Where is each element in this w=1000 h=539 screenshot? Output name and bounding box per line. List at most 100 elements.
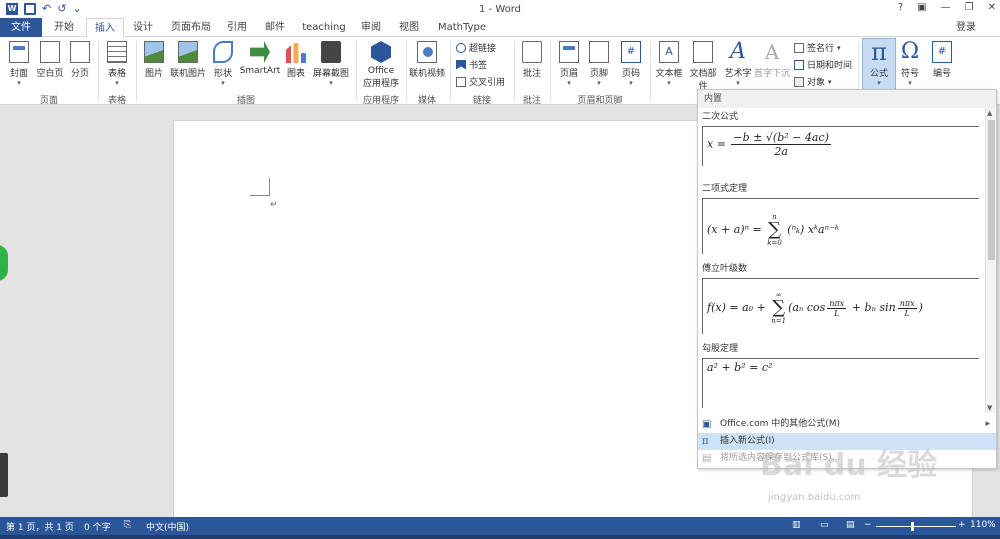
- zoom-level[interactable]: 110%: [970, 520, 996, 530]
- header-icon: [559, 41, 579, 63]
- pi-icon: π: [702, 436, 709, 447]
- floating-assistant-icon[interactable]: [0, 245, 8, 281]
- drop-cap-button[interactable]: A 首字下沉: [754, 41, 790, 79]
- zoom-slider[interactable]: [876, 526, 956, 527]
- number-button[interactable]: # 编号: [928, 41, 956, 79]
- group-separator: [406, 41, 407, 101]
- web-layout-icon[interactable]: ▤: [846, 520, 855, 530]
- page-break-icon: [70, 41, 90, 63]
- online-video-button[interactable]: 联机视频: [408, 41, 446, 79]
- page-count[interactable]: 第 1 页，共 1 页: [6, 520, 74, 533]
- group-separator: [356, 41, 357, 101]
- equation-title: 二项式定理: [702, 184, 748, 194]
- page-break-button[interactable]: 分页: [68, 41, 92, 79]
- header-button[interactable]: 页眉 ▾: [556, 41, 582, 87]
- equation-preview: x = −b ± √(b² − 4ac) 2a: [702, 126, 979, 166]
- gallery-scrollbar[interactable]: ▲ ▼: [985, 108, 996, 413]
- date-time-button[interactable]: 日期和时间: [794, 58, 852, 71]
- print-layout-icon[interactable]: ▭: [820, 520, 829, 530]
- minimize-button[interactable]: —: [941, 2, 951, 13]
- equation-preview: f(x) = a₀ + ∞ ∑ n=1 (aₙ cos nπx L + bₙ sin nπx…: [702, 278, 979, 334]
- watermark-logo: Bai du 经验: [760, 448, 938, 483]
- number-icon: #: [932, 41, 952, 63]
- submenu-arrow-icon: ▸: [985, 419, 990, 429]
- tab-teaching[interactable]: teaching: [300, 18, 348, 37]
- paragraph-mark: ↵: [270, 200, 278, 210]
- proofing-icon[interactable]: ⎘: [124, 520, 131, 530]
- online-picture-button[interactable]: 联机图片: [168, 41, 208, 79]
- tab-mailings[interactable]: 邮件: [260, 18, 290, 37]
- language-indicator[interactable]: 中文(中国): [146, 520, 189, 533]
- signature-icon: [794, 42, 804, 53]
- login-link[interactable]: 登录: [956, 18, 976, 37]
- zoom-slider-thumb[interactable]: [911, 522, 914, 531]
- office-web-icon: ▣: [702, 419, 712, 430]
- online-picture-icon: [178, 41, 198, 63]
- pi-icon: π: [871, 38, 887, 66]
- smartart-button[interactable]: SmartArt: [238, 41, 282, 76]
- equation-item-binomial[interactable]: 二项式定理 (x + a)ⁿ = n ∑ k=0 (ⁿₖ) xᵏaⁿ⁻ᵏ: [698, 180, 986, 254]
- cover-page-button[interactable]: 封面 ▾: [6, 41, 32, 87]
- group-separator: [450, 41, 451, 101]
- equation-item-fourier[interactable]: 傅立叶级数 f(x) = a₀ + ∞ ∑ n=1 (aₙ cos nπx L + bₙ …: [698, 260, 986, 334]
- bookmark-icon: [456, 59, 466, 70]
- table-button[interactable]: 表格 ▾: [104, 41, 130, 87]
- side-panel-tab[interactable]: [0, 453, 8, 497]
- comment-button[interactable]: 批注: [518, 41, 546, 79]
- ribbon-display-button[interactable]: ▣: [917, 2, 926, 13]
- office-icon: [371, 41, 391, 63]
- shapes-icon: [213, 41, 233, 63]
- chart-icon: [286, 43, 306, 63]
- page-number-button[interactable]: # 页码 ▾: [618, 41, 644, 87]
- camera-icon: [321, 41, 341, 63]
- scroll-up-icon[interactable]: ▲: [987, 109, 992, 117]
- picture-button[interactable]: 图片: [142, 41, 166, 79]
- window-controls: ? ▣ — ❐ ✕: [898, 2, 996, 13]
- symbol-button[interactable]: Ω 符号 ▾: [896, 41, 924, 88]
- shapes-button[interactable]: 形状 ▾: [210, 41, 236, 87]
- footer-button[interactable]: 页脚 ▾: [586, 41, 612, 87]
- close-button[interactable]: ✕: [988, 2, 996, 13]
- chart-button[interactable]: 图表: [284, 41, 308, 79]
- equation-button[interactable]: π 公式 ▾: [864, 38, 894, 87]
- more-equations-item[interactable]: ▣ Office.com 中的其他公式(M) ▸: [698, 416, 996, 433]
- save-gallery-icon: ▤: [702, 453, 712, 464]
- tab-references[interactable]: 引用: [222, 18, 252, 37]
- help-button[interactable]: ?: [898, 2, 903, 13]
- equation-item-quadratic[interactable]: 二次公式 x = −b ± √(b² − 4ac) 2a: [698, 108, 986, 166]
- word-count[interactable]: 0 个字: [84, 520, 111, 533]
- scroll-thumb[interactable]: [988, 120, 995, 260]
- wordart-button[interactable]: A 艺术字 ▾: [722, 41, 754, 88]
- table-icon: [107, 41, 127, 63]
- hyperlink-button[interactable]: 超链接: [456, 41, 496, 54]
- screenshot-button[interactable]: 屏幕截图 ▾: [310, 41, 352, 87]
- object-button[interactable]: 对象 ▾: [794, 75, 832, 88]
- tab-review[interactable]: 审阅: [356, 18, 386, 37]
- bookmark-button[interactable]: 书签: [456, 58, 487, 71]
- office-apps-button[interactable]: Office 应用程序: [360, 41, 402, 89]
- picture-icon: [144, 41, 164, 63]
- read-mode-icon[interactable]: ▥: [792, 520, 801, 530]
- equation-list: 二次公式 x = −b ± √(b² − 4ac) 2a 二项式定理 (x + a…: [698, 108, 986, 413]
- zoom-out-button[interactable]: −: [864, 520, 872, 530]
- equation-title: 勾股定理: [702, 344, 739, 354]
- window-title: 1 - Word: [478, 3, 522, 15]
- textbox-button[interactable]: A 文本框 ▾: [654, 41, 684, 87]
- zoom-in-button[interactable]: +: [958, 520, 966, 530]
- tab-home[interactable]: 开始: [46, 18, 82, 37]
- signature-line-button[interactable]: 签名行 ▾: [794, 41, 841, 54]
- scroll-down-icon[interactable]: ▼: [987, 404, 992, 412]
- tab-view[interactable]: 视图: [394, 18, 424, 37]
- blank-page-button[interactable]: 空白页: [34, 41, 66, 79]
- margin-corner-mark: [250, 178, 270, 196]
- tab-mathtype[interactable]: MathType: [434, 18, 490, 37]
- group-separator: [136, 41, 137, 101]
- tab-insert[interactable]: 插入: [86, 18, 124, 38]
- cross-reference-button[interactable]: 交叉引用: [456, 75, 505, 88]
- drop-cap-icon: A: [764, 40, 780, 64]
- restore-button[interactable]: ❐: [965, 2, 974, 13]
- tab-design[interactable]: 设计: [128, 18, 158, 37]
- tab-file[interactable]: 文件: [0, 18, 42, 37]
- tab-layout[interactable]: 页面布局: [166, 18, 216, 37]
- equation-item-pythagorean[interactable]: 勾股定理 a² + b² = c²: [698, 340, 986, 408]
